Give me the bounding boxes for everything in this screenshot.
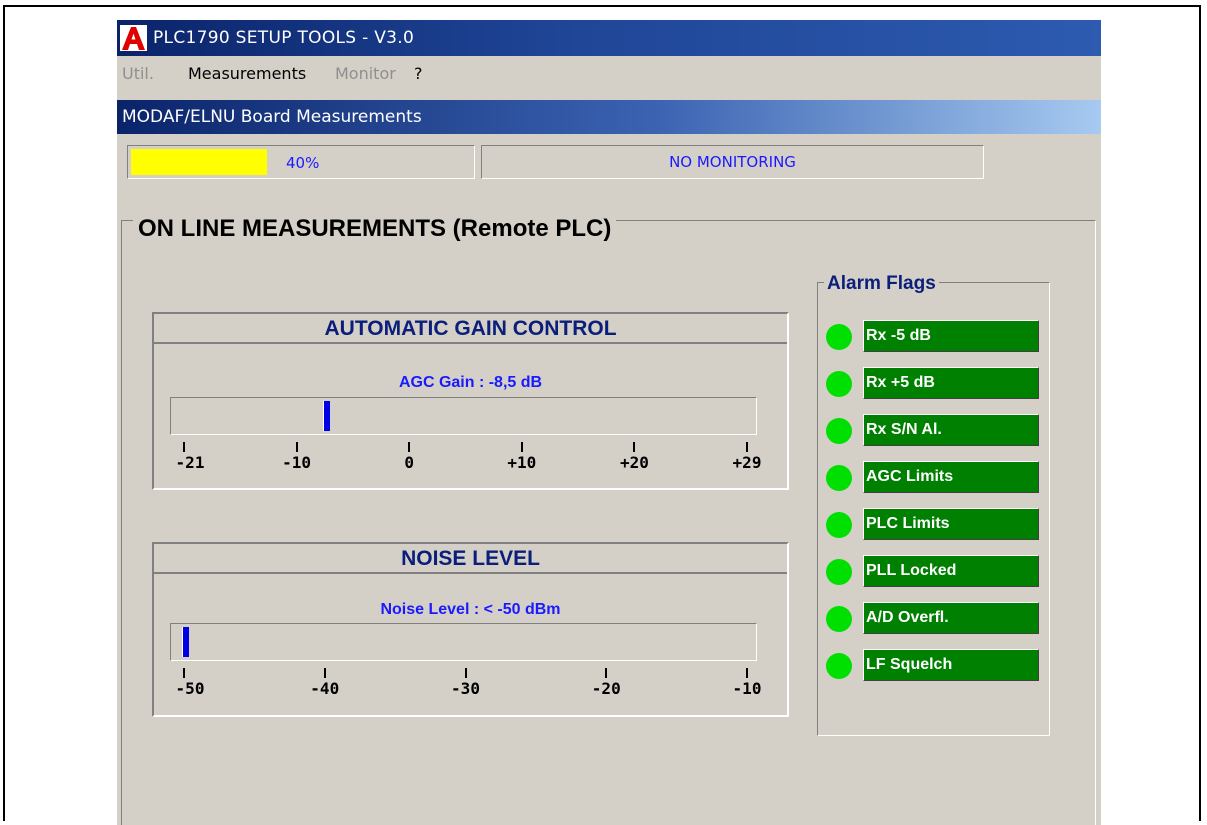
noise-gauge-header: NOISE LEVEL [154, 544, 787, 574]
alarm-flag-ad-overflow: A/D Overfl. [826, 602, 1041, 636]
agc-gauge-title: AUTOMATIC GAIN CONTROL [324, 317, 617, 340]
scale-tick-label: -40 [310, 679, 340, 698]
alarm-flag-pll-locked: PLL Locked [826, 555, 1041, 589]
status-led-icon [826, 606, 852, 632]
progress-panel: 40% [127, 145, 475, 179]
status-led-icon [826, 324, 852, 350]
alarm-flag-rx-minus-5db: Rx -5 dB [826, 320, 1041, 354]
scale-tick [295, 442, 298, 452]
status-led-icon [826, 653, 852, 679]
status-led-icon [826, 465, 852, 491]
menu-bar: Util. Measurements Monitor ? [117, 56, 1101, 92]
noise-level-readout: Noise Level : < -50 dBm [380, 601, 561, 618]
alarm-flag-agc-limits: AGC Limits [826, 461, 1041, 495]
window-title: PLC1790 SETUP TOOLS - V3.0 [153, 28, 415, 48]
subwindow-title-bar[interactable]: MODAF/ELNU Board Measurements [117, 100, 1101, 134]
status-led-icon [826, 418, 852, 444]
alarm-flag-plc-limits: PLC Limits [826, 508, 1041, 542]
monitoring-panel: NO MONITORING [481, 145, 984, 179]
scale-tick [323, 668, 326, 678]
monitoring-status: NO MONITORING [669, 153, 796, 171]
scale-tick-label: -21 [175, 453, 205, 472]
status-led-icon [826, 559, 852, 585]
progress-text: 40% [286, 154, 320, 172]
noise-gauge-panel: NOISE LEVEL Noise Level : < -50 dBm -50 -… [152, 542, 789, 717]
alarm-flag-label[interactable]: PLL Locked [863, 555, 1039, 587]
status-bar: 40% NO MONITORING [117, 134, 1101, 182]
subwindow-title: MODAF/ELNU Board Measurements [122, 107, 422, 127]
scale-tick-label: -10 [732, 679, 762, 698]
scale-tick [520, 442, 523, 452]
alarm-flag-lf-squelch: LF Squelch [826, 649, 1041, 683]
alarm-flag-label[interactable]: A/D Overfl. [863, 602, 1039, 634]
alarm-flags-title: Alarm Flags [824, 273, 939, 295]
agc-gauge-panel: AUTOMATIC GAIN CONTROL AGC Gain : -8,5 d… [152, 312, 789, 490]
scale-tick-label: +20 [619, 453, 649, 472]
status-led-icon [826, 371, 852, 397]
group-title: ON LINE MEASUREMENTS (Remote PLC) [133, 215, 617, 243]
alarm-flag-label[interactable]: PLC Limits [863, 508, 1039, 540]
scale-tick [746, 668, 748, 678]
alarm-flag-label[interactable]: Rx +5 dB [863, 367, 1039, 399]
scale-tick-label: +29 [732, 453, 762, 472]
menu-monitor[interactable]: Monitor [335, 64, 396, 83]
app-window: PLC1790 SETUP TOOLS - V3.0 Util. Measure… [117, 20, 1101, 825]
scale-tick [464, 668, 467, 678]
app-logo-icon [120, 25, 147, 51]
alarm-flag-rx-sn: Rx S/N Al. [826, 414, 1041, 448]
scale-tick [746, 442, 748, 452]
alarm-flag-label[interactable]: LF Squelch [863, 649, 1039, 681]
agc-gauge-header: AUTOMATIC GAIN CONTROL [154, 314, 787, 344]
scale-tick-label: -20 [591, 679, 621, 698]
scale-tick [633, 442, 636, 452]
scale-tick [408, 442, 411, 452]
scale-tick-label: +10 [507, 453, 537, 472]
noise-gauge-track [170, 623, 757, 661]
menu-help[interactable]: ? [414, 64, 423, 83]
alarm-flag-label[interactable]: Rx -5 dB [863, 320, 1039, 352]
scale-tick-label: -10 [282, 453, 312, 472]
progress-bar-fill [131, 149, 267, 175]
scale-tick-label: -30 [451, 679, 480, 698]
scale-tick [183, 442, 185, 452]
scale-tick [183, 668, 185, 678]
agc-gain-readout: AGC Gain : -8,5 dB [398, 374, 543, 391]
menu-measurements[interactable]: Measurements [188, 64, 306, 83]
status-led-icon [826, 512, 852, 538]
scale-tick [605, 668, 608, 678]
title-bar[interactable]: PLC1790 SETUP TOOLS - V3.0 [117, 20, 1101, 56]
agc-gauge-indicator [323, 401, 330, 431]
noise-gauge-indicator [182, 627, 189, 657]
noise-gauge-title: NOISE LEVEL [401, 547, 540, 570]
menu-util[interactable]: Util. [122, 64, 154, 83]
alarm-flag-label[interactable]: Rx S/N Al. [863, 414, 1039, 446]
agc-gauge-track [170, 397, 757, 435]
alarm-flag-rx-plus-5db: Rx +5 dB [826, 367, 1041, 401]
scale-tick-label: -50 [175, 679, 205, 698]
scale-tick-label: 0 [404, 453, 414, 472]
alarm-flag-label[interactable]: AGC Limits [863, 461, 1039, 493]
